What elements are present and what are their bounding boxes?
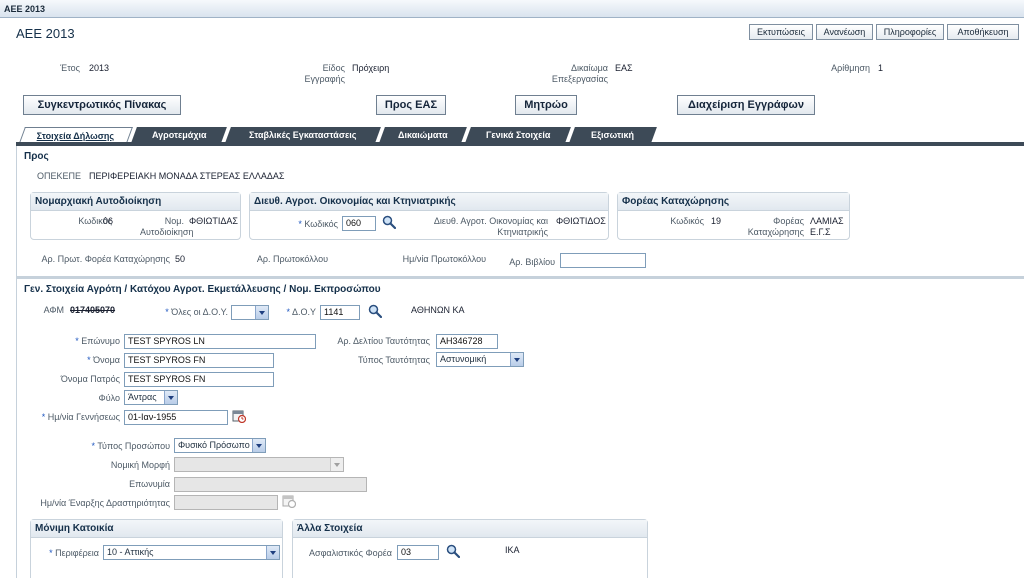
- protocol-no-label: Αρ. Πρωτ. Φορέα Καταχώρησης: [41, 254, 170, 264]
- person-type-label: * Τύπος Προσώπου: [91, 441, 171, 451]
- protocol-label: Αρ. Πρωτοκόλλου: [256, 254, 328, 264]
- info-button[interactable]: Πληροφορίες: [876, 24, 944, 40]
- agri-dir-code-label: * Κωδικός: [298, 219, 338, 229]
- name-input[interactable]: TEST SPYROS FN: [124, 353, 274, 368]
- tab-equalization[interactable]: Εξισωτική: [569, 127, 657, 143]
- birth-label: * Ημ/νία Γεννήσεως: [41, 412, 120, 422]
- calendar-disabled-icon: [282, 495, 296, 508]
- save-button[interactable]: Αποθήκευση: [947, 24, 1019, 40]
- prefecture-name-value: ΦΘΙΩΤΙΔΑΣ: [189, 216, 238, 226]
- insurance-search-icon[interactable]: [446, 544, 460, 558]
- year-value: 2013: [89, 63, 110, 73]
- sex-label: Φύλο: [98, 393, 120, 403]
- protocol-no-value: 50: [175, 254, 186, 264]
- tab-parcels[interactable]: Αγροτεμάχια: [131, 127, 227, 143]
- document-management-button[interactable]: Διαχείριση Εγγράφων: [677, 95, 815, 115]
- agri-dir-search-icon[interactable]: [382, 215, 396, 229]
- all-doy-select[interactable]: [231, 305, 269, 320]
- insurance-name: ΙΚΑ: [505, 545, 520, 555]
- legal-form-label: Νομική Μορφή: [110, 460, 170, 470]
- agri-dir-panel-title: Διευθ. Αγροτ. Οικονομίας και Κτηνιατρική…: [250, 193, 608, 211]
- doc-type-label: Είδος Εγγραφής: [304, 63, 345, 84]
- residence-panel-title: Μόνιμη Κατοικία: [31, 520, 282, 538]
- region-label: * Περιφέρεια: [49, 548, 99, 558]
- all-doy-label: * Όλες οι Δ.Ο.Υ.: [165, 307, 228, 317]
- legal-form-select[interactable]: [174, 457, 344, 472]
- book-label: Αρ. Βιβλίου: [509, 257, 555, 267]
- chevron-down-icon: [255, 306, 268, 319]
- other-panel-title: Άλλα Στοιχεία: [293, 520, 647, 538]
- insurance-input[interactable]: 03: [397, 545, 439, 560]
- edit-right-label: Δικαίωμα Επεξεργασίας: [551, 63, 608, 84]
- to-eas-button[interactable]: Προς ΕΑΣ: [376, 95, 446, 115]
- agri-dir-name-value: ΦΘΙΩΤΙΔΟΣ: [556, 216, 606, 226]
- numbering-value: 1: [878, 63, 884, 73]
- start-date-input[interactable]: [174, 495, 278, 510]
- prefecture-code-value: 06: [103, 216, 114, 226]
- registry-name-label: Φορέας Καταχώρησης: [747, 216, 804, 237]
- summary-table-button[interactable]: Συγκεντρωτικός Πίνακας: [23, 95, 181, 115]
- doy-label: * Δ.Ο.Υ: [286, 307, 316, 317]
- page-title: ΑΕΕ 2013: [16, 26, 75, 41]
- registry-code-label: Κωδικός: [670, 216, 704, 226]
- registry-code-value: 19: [711, 216, 722, 226]
- registry-panel-title: Φορέας Καταχώρησης: [618, 193, 849, 211]
- chevron-down-icon: [164, 391, 177, 404]
- chevron-down-icon: [252, 439, 265, 452]
- book-input[interactable]: [560, 253, 646, 268]
- region-select[interactable]: 10 - Αττικής: [103, 545, 280, 560]
- edit-right-value: ΕΑΣ: [615, 63, 633, 73]
- id-card-label: Αρ. Δελτίου Ταυτότητας: [337, 336, 430, 346]
- father-input[interactable]: TEST SPYROS FN: [124, 372, 274, 387]
- chevron-down-icon: [330, 458, 343, 471]
- id-card-input[interactable]: ΑΗ346728: [436, 334, 498, 349]
- to-section-title: Προς: [24, 151, 49, 162]
- chevron-down-icon: [510, 353, 523, 366]
- chevron-down-icon: [266, 546, 279, 559]
- farmer-section-title: Γεν. Στοιχεία Αγρότη / Κατόχου Αγροτ. Εκ…: [24, 284, 381, 295]
- surname-label: * Επώνυμο: [75, 336, 120, 346]
- doy-search-icon[interactable]: [368, 304, 382, 318]
- id-type-select[interactable]: Αστυνομική: [436, 352, 524, 367]
- tab-stables[interactable]: Σταβλικές Εγκαταστάσεις: [225, 127, 381, 143]
- start-date-label: Ημ/νία Έναρξης Δραστηριότητας: [40, 498, 170, 508]
- person-type-select[interactable]: Φυσικό Πρόσωπο: [174, 438, 266, 453]
- registry-name-value: ΛΑΜΙΑΣ Ε.Γ.Σ: [810, 216, 844, 237]
- surname-input[interactable]: TEST SPYROS LN: [124, 334, 316, 349]
- opekepe-label: ΟΠΕΚΕΠΕ: [37, 171, 82, 181]
- tab-rights[interactable]: Δικαιώματα: [379, 127, 467, 143]
- sex-select[interactable]: Άντρας: [124, 390, 178, 405]
- numbering-label: Αρίθμηση: [831, 63, 870, 73]
- tab-declaration[interactable]: Στοιχεία Δήλωσης: [19, 127, 133, 143]
- year-label: Έτος: [60, 63, 80, 73]
- father-label: Όνομα Πατρός: [60, 374, 120, 384]
- registry-button[interactable]: Μητρώο: [515, 95, 577, 115]
- doy-name: ΑΘΗΝΩΝ ΚΑ: [411, 305, 465, 315]
- window-title: AEE 2013: [4, 4, 46, 14]
- opekepe-value: ΠΕΡΙΦΕΡΕΙΑΚΗ ΜΟΝΑΔΑ ΣΤΕΡΕΑΣ ΕΛΛΑΔΑΣ: [89, 171, 285, 181]
- window-titlebar: AEE 2013: [0, 0, 1024, 18]
- calendar-icon[interactable]: [232, 409, 246, 423]
- doc-type-value: Πρόχειρη: [352, 63, 390, 73]
- afm-value: 017405070: [70, 305, 116, 315]
- protocol-date-label: Ημ/νία Πρωτοκόλλου: [402, 254, 486, 264]
- agri-dir-code-input[interactable]: 060: [342, 216, 376, 231]
- prefecture-name-label: Νομ. Αυτοδιοίκηση: [140, 216, 194, 237]
- doy-input[interactable]: 1141: [320, 305, 360, 320]
- agri-dir-name-label: Διευθ. Αγροτ. Οικονομίας και Κτηνιατρική…: [433, 216, 548, 237]
- agri-dir-panel: Διευθ. Αγροτ. Οικονομίας και Κτηνιατρική…: [249, 192, 609, 240]
- print-button[interactable]: Εκτυπώσεις: [749, 24, 813, 40]
- id-type-label: Τύπος Ταυτότητας: [358, 355, 430, 365]
- refresh-button[interactable]: Ανανέωση: [816, 24, 873, 40]
- insurance-label: Ασφαλιστικός Φορέα: [309, 548, 392, 558]
- company-input[interactable]: [174, 477, 367, 492]
- tab-general[interactable]: Γενικά Στοιχεία: [465, 127, 571, 143]
- afm-label: ΑΦΜ: [43, 305, 64, 315]
- prefecture-panel-title: Νομαρχιακή Αυτοδιοίκηση: [31, 193, 240, 211]
- name-label: * Όνομα: [87, 355, 120, 365]
- birth-input[interactable]: 01-Ιαν-1955: [124, 410, 228, 425]
- company-label: Επωνυμία: [129, 479, 170, 489]
